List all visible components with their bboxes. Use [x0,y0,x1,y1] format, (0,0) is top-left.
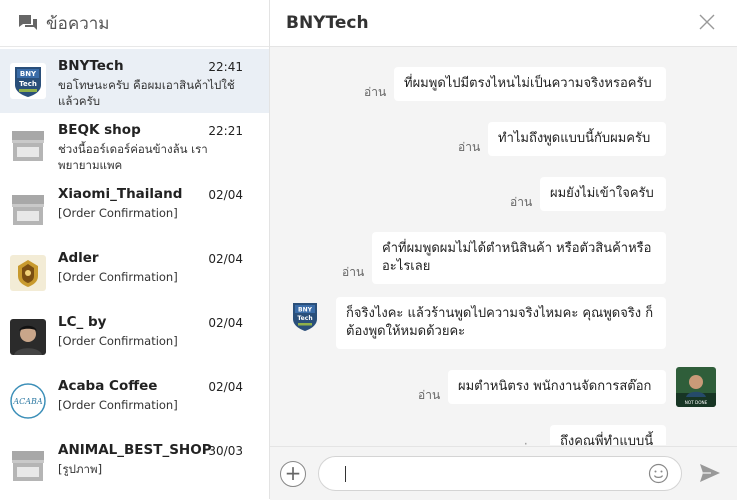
shop-store-icon [10,127,46,163]
sidebar-title: ข้อความ [46,13,110,34]
svg-text:Tech: Tech [297,315,312,322]
conversation-name: LC_ by [58,314,107,330]
message-input[interactable] [318,456,682,491]
conversation-preview: ช่วงนี้ออร์เดอร์ค่อนข้างล้น เราพยายามแพค [58,142,208,172]
bnytech-avatar: BNY Tech [10,63,46,99]
chat-bubbles-icon [19,15,37,30]
bnytech-avatar: BNY Tech [290,301,320,333]
message-bubble: ผมยังไม่เข้าใจครับ [540,177,666,211]
conversation-preview: [Order Confirmation] [58,270,178,284]
emoji-icon[interactable] [648,463,669,484]
sidebar-header: ข้อความ [0,0,269,47]
chat-title: BNYTech [286,13,369,33]
add-attachment-button[interactable]: + [280,461,306,487]
shop-store-icon [10,191,46,227]
composer: + [270,446,737,500]
message-bubble: ที่ผมพูดไปมีตรงไหนไม่เป็นความจริงหรอครับ [394,67,666,101]
conversation-preview: [รูปภาพ] [58,462,103,476]
conversation-item[interactable]: ANIMAL_BEST_SHOP 30/03 [รูปภาพ] [0,433,269,497]
conversation-item[interactable]: Adler 02/04 [Order Confirmation] [0,241,269,305]
read-receipt: อ่าน [458,140,481,154]
conversation-time: 02/04 [208,316,243,330]
message-bubble: ถึงคุณพี่ทำแบบนี้ [550,425,666,445]
read-receipt: อ่าน [418,388,441,402]
svg-text:BNY: BNY [20,70,37,78]
conversation-item[interactable]: BNY Tech BNYTech 22:41 ขอโทษนะครับ คือผม… [0,49,269,113]
chat-panel: BNYTech อ่าน ที่ผมพูดไปมีตรงไหนไม่เป็นคว… [270,0,737,500]
conversation-name: Adler [58,250,99,266]
text-caret [345,466,346,482]
read-receipt: อ่าน [364,85,387,99]
shop-store-icon [10,447,46,483]
conversation-sidebar: ข้อความ BNY Tech BNYTech 22:41 ขอโทษนะคร… [0,0,270,499]
message-bubble: ทำไมถึงพูดแบบนี้กับผมครับ [488,122,666,156]
svg-text:NOT DONE: NOT DONE [685,400,708,405]
conversation-name: BEQK shop [58,122,141,138]
message-bubble: คำที่ผมพูดผมไม่ได้ตำหนิสินค้า หรือตัวสิน… [372,232,666,284]
conversation-time: 22:41 [208,60,243,74]
user-avatar: NOT DONE [676,367,716,407]
svg-text:Tech: Tech [19,80,37,88]
conversation-time: 02/04 [208,188,243,202]
conversation-item[interactable]: Xiaomi_Thailand 02/04 [Order Confirmatio… [0,177,269,241]
conversation-time: 02/04 [208,380,243,394]
conversation-item[interactable]: ACABA Acaba Coffee 02/04 [Order Confirma… [0,369,269,433]
conversation-preview: [Order Confirmation] [58,398,178,412]
message-list[interactable]: อ่าน ที่ผมพูดไปมีตรงไหนไม่เป็นความจริงหร… [270,47,737,445]
svg-text:ACABA: ACABA [12,397,43,406]
adler-avatar [10,255,46,291]
message-bubble: ก็จริงไงคะ แล้วร้านพูดไปความจริงไหมคะ คุ… [336,297,666,349]
conversation-time: 30/03 [208,444,243,458]
conversation-name: ANIMAL_BEST_SHOP [58,442,212,458]
conversation-item[interactable]: BEQK shop 22:21 ช่วงนี้ออร์เดอร์ค่อนข้าง… [0,113,269,177]
read-receipt: อ่าน [342,265,365,279]
read-receipt: อ่าน [520,439,542,445]
conversation-name: Acaba Coffee [58,378,158,394]
close-icon[interactable] [699,14,715,30]
conversation-item[interactable]: LC_ by 02/04 [Order Confirmation] [0,305,269,369]
conversation-time: 22:21 [208,124,243,138]
conversation-preview: [Order Confirmation] [58,334,178,348]
message-bubble: ผมตำหนิตรง พนักงานจัดการสต๊อก [448,370,666,404]
conversation-name: BNYTech [58,58,124,74]
svg-text:BNY: BNY [298,307,313,314]
lc-by-avatar [10,319,46,355]
send-icon[interactable] [699,463,721,483]
conversation-name: Xiaomi_Thailand [58,186,183,202]
conversation-preview: [Order Confirmation] [58,206,178,220]
acaba-avatar: ACABA [10,383,46,419]
conversation-preview: ขอโทษนะครับ คือผมเอาสินค้าไปใช้แล้วครับ [58,78,235,108]
chat-header: BNYTech [270,0,737,47]
read-receipt: อ่าน [510,195,533,209]
conversation-time: 02/04 [208,252,243,266]
